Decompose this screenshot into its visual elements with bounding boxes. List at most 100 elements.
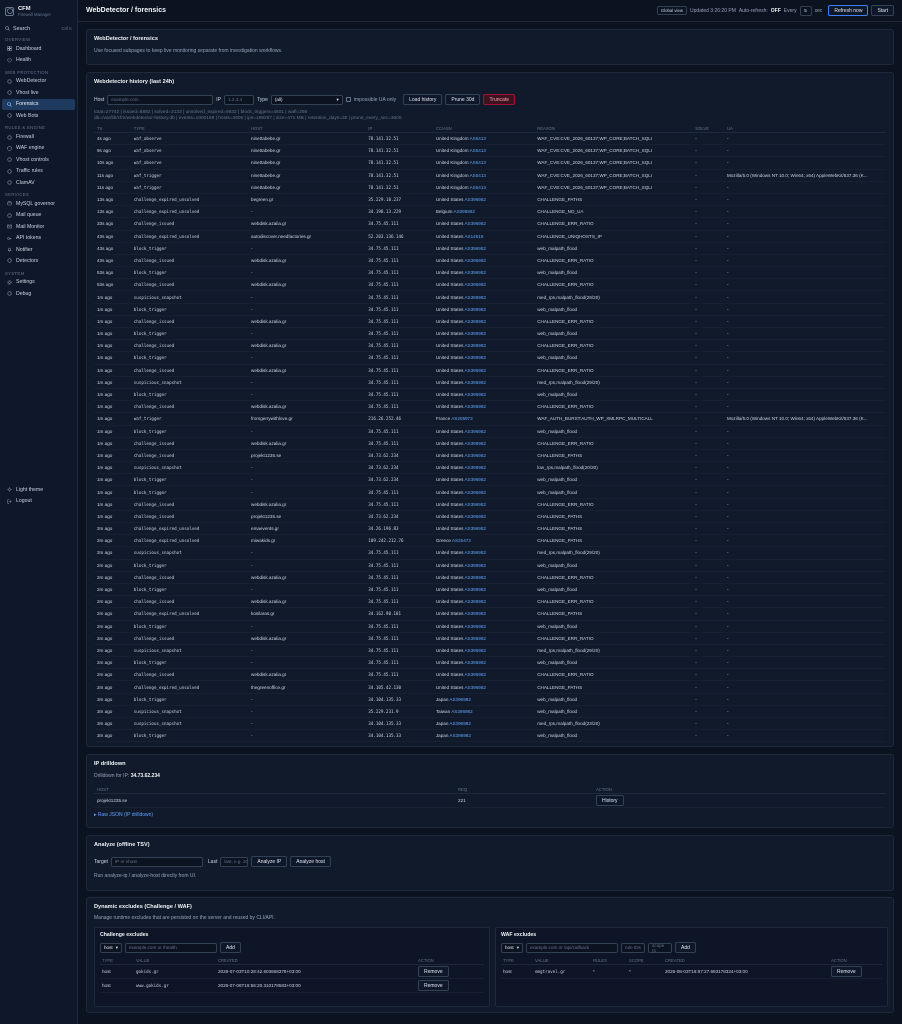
cell-asn[interactable]: AS396982 bbox=[464, 368, 485, 373]
cell-ip[interactable]: 34.105.42.130 bbox=[368, 685, 436, 690]
cell-asn[interactable]: AS396982 bbox=[451, 709, 472, 714]
cell-asn[interactable]: AS396982 bbox=[464, 685, 485, 690]
table-row[interactable]: 2m ago suspicious_snapshot - 34.75.45.111 Un… bbox=[94, 547, 886, 560]
cell-ip[interactable]: 34.73.62.234 bbox=[368, 465, 436, 470]
cell-asn[interactable]: AS396982 bbox=[464, 343, 485, 348]
cell-asn[interactable]: AS396982 bbox=[449, 733, 470, 738]
cell-ip[interactable]: 34.75.45.111 bbox=[368, 563, 436, 568]
cell-asn[interactable]: AS396982 bbox=[464, 660, 485, 665]
table-row[interactable]: 2m ago block_trigger - 34.75.45.111 United S… bbox=[94, 621, 886, 633]
table-row[interactable]: 2m ago challenge_expired_unsolved kosilara… bbox=[94, 608, 886, 621]
cell-ip[interactable]: 34.75.45.111 bbox=[368, 307, 436, 312]
table-row[interactable]: 1m ago challenge_issued projekt1235.se 34.7… bbox=[94, 450, 886, 463]
table-row[interactable]: 3m ago suspicious_snapshot - 35.229.231.9 Ta… bbox=[94, 706, 886, 718]
cell-asn[interactable]: AS396982 bbox=[464, 295, 485, 300]
cell-ip[interactable]: 34.75.45.111 bbox=[368, 502, 436, 507]
cell-asn[interactable]: AS396982 bbox=[464, 575, 485, 580]
cell-ip[interactable]: 34.75.45.111 bbox=[368, 331, 436, 336]
cell-asn[interactable]: AS396982 bbox=[464, 599, 485, 604]
cell-ip[interactable]: 78.141.32.51 bbox=[368, 136, 436, 141]
table-row[interactable]: 2m ago challenge_expired_unsolved thegreen… bbox=[94, 681, 886, 694]
table-row[interactable]: 1m ago block_trigger - 34.75.45.111 United S… bbox=[94, 304, 886, 316]
sidebar-item-logout[interactable]: Logout bbox=[2, 495, 76, 506]
table-row[interactable]: 2m ago challenge_expired_unsolved miwakids… bbox=[94, 535, 886, 548]
remove-button[interactable]: Remove bbox=[418, 980, 449, 991]
cell-ip[interactable]: 34.75.45.111 bbox=[368, 246, 436, 251]
ip-input[interactable]: 1.2.3.4 bbox=[224, 94, 255, 105]
table-row[interactable]: 2m ago challenge_issued webdisk.azalia.gr 3… bbox=[94, 633, 886, 645]
analyze-ip-button[interactable]: Analyze IP bbox=[251, 856, 288, 867]
table-row[interactable]: 43s ago block_trigger - 34.75.45.111 United … bbox=[94, 243, 886, 255]
table-row[interactable]: 1m ago block_trigger - 34.75.45.111 United S… bbox=[94, 486, 886, 499]
table-row[interactable]: 2m ago challenge_issued webdisk.azalia.gr 3… bbox=[94, 572, 886, 584]
sidebar-item-vhost-live[interactable]: Vhost live bbox=[2, 87, 75, 98]
cell-ip[interactable]: 34.75.45.111 bbox=[368, 599, 436, 604]
table-row[interactable]: 2m ago challenge_issued webdisk.azalia.gr 3… bbox=[94, 596, 886, 609]
cell-asn[interactable]: AS5413 bbox=[470, 136, 486, 141]
cell-asn[interactable]: AS25472 bbox=[452, 538, 471, 543]
sidebar-item-web-bots[interactable]: Web Bots bbox=[2, 110, 75, 121]
cell-ip[interactable]: 78.141.32.51 bbox=[368, 160, 436, 165]
cell-ip[interactable]: 34.75.45.111 bbox=[368, 380, 436, 385]
history-button[interactable]: History bbox=[596, 795, 624, 806]
cell-ip[interactable]: 34.75.45.111 bbox=[368, 295, 436, 300]
cell-ip[interactable]: 34.162.90.181 bbox=[368, 611, 436, 616]
cell-ip[interactable]: 34.75.45.111 bbox=[368, 672, 436, 677]
sidebar-item-detectors[interactable]: Detectors bbox=[2, 255, 75, 266]
cell-asn[interactable]: AS396982 bbox=[464, 636, 485, 641]
cell-ip[interactable]: 216.26.252.46 bbox=[368, 416, 436, 421]
remove-button[interactable]: Remove bbox=[418, 966, 449, 977]
sidebar-item-webdetector[interactable]: WebDetector bbox=[2, 76, 75, 87]
table-row[interactable]: 11s ago waf_trigger ninettabebe.gr 78.141.3… bbox=[94, 182, 886, 194]
cell-asn[interactable]: AS396982 bbox=[464, 502, 485, 507]
cell-asn[interactable]: AS5413 bbox=[470, 173, 486, 178]
sidebar-item-vhost-controls[interactable]: Vhost controls bbox=[2, 154, 75, 165]
cell-asn[interactable]: AS5413 bbox=[470, 185, 486, 190]
cell-ip[interactable]: 34.75.45.111 bbox=[368, 624, 436, 629]
cell-asn[interactable]: AS396982 bbox=[464, 197, 485, 202]
cell-asn[interactable]: AS396982 bbox=[464, 563, 485, 568]
cell-asn[interactable]: AS396982 bbox=[464, 246, 485, 251]
cell-asn[interactable]: AS396982 bbox=[464, 221, 485, 226]
cell-ip[interactable]: 35.229.18.237 bbox=[368, 197, 436, 202]
global-view-badge[interactable]: Global view bbox=[656, 6, 688, 15]
cell-asn[interactable]: AS396982 bbox=[464, 441, 485, 446]
cell-ip[interactable]: 34.75.45.111 bbox=[368, 392, 436, 397]
cell-asn[interactable]: AS396982 bbox=[464, 355, 485, 360]
cell-asn[interactable]: AS396982 bbox=[449, 721, 470, 726]
sidebar-item-forensics[interactable]: Forensics bbox=[2, 98, 75, 110]
cell-ip[interactable]: 34.73.62.234 bbox=[368, 477, 436, 482]
cell-asn[interactable]: AS396982 bbox=[464, 331, 485, 336]
table-row[interactable]: 43s ago challenge_issued webdisk.azalia.gr… bbox=[94, 255, 886, 268]
cell-asn[interactable]: AS396982 bbox=[464, 319, 485, 324]
cell-ip[interactable]: 34.104.135.33 bbox=[368, 721, 436, 726]
prune-button[interactable]: Prune 30d bbox=[445, 94, 481, 105]
cell-asn[interactable]: AS205973 bbox=[451, 416, 472, 421]
cell-asn[interactable]: AS396982 bbox=[454, 209, 475, 214]
table-row[interactable]: 9s ago waf_observe ninettabebe.gr 78.141.32… bbox=[94, 145, 886, 158]
sidebar-item-dashboard[interactable]: Dashboard bbox=[2, 43, 75, 54]
table-row[interactable]: 10s ago waf_observe ninettabebe.gr 78.141.3… bbox=[94, 157, 886, 170]
table-row[interactable]: 1m ago challenge_issued webdisk.azalia.gr 3… bbox=[94, 340, 886, 353]
table-row[interactable]: 1m ago challenge_issued webdisk.azalia.gr 3… bbox=[94, 438, 886, 450]
cell-ip[interactable]: 78.141.32.51 bbox=[368, 148, 436, 153]
table-row[interactable]: 2m ago block_trigger - 34.75.45.111 United S… bbox=[94, 657, 886, 670]
cell-asn[interactable]: AS396982 bbox=[464, 477, 485, 482]
waf-rules-input[interactable]: rule IDs bbox=[621, 942, 645, 953]
waf-add-button[interactable]: Add bbox=[675, 942, 696, 953]
remove-button[interactable]: Remove bbox=[831, 966, 862, 977]
host-input[interactable]: example.com bbox=[107, 94, 214, 105]
interval-input[interactable]: 5 bbox=[799, 5, 812, 16]
cell-asn[interactable]: AS5413 bbox=[470, 148, 486, 153]
impossible-ua-checkbox[interactable] bbox=[345, 97, 351, 102]
sidebar-item-waf-engine[interactable]: WAF engine bbox=[2, 143, 75, 154]
cell-asn[interactable]: AS396982 bbox=[464, 270, 485, 275]
cell-ip[interactable]: 35.229.231.9 bbox=[368, 709, 436, 714]
cell-asn[interactable]: AS396982 bbox=[464, 380, 485, 385]
cell-asn[interactable]: AS396982 bbox=[464, 550, 485, 555]
cell-asn[interactable]: AS396982 bbox=[464, 465, 485, 470]
table-row[interactable]: 3m ago block_trigger - 34.104.135.33 Japan A… bbox=[94, 694, 886, 706]
cell-ip[interactable]: 52.203.136.146 bbox=[368, 234, 436, 239]
last-input[interactable]: last, e.g. 2000 bbox=[220, 856, 249, 867]
challenge-type-select[interactable]: host ▾ bbox=[100, 942, 122, 953]
